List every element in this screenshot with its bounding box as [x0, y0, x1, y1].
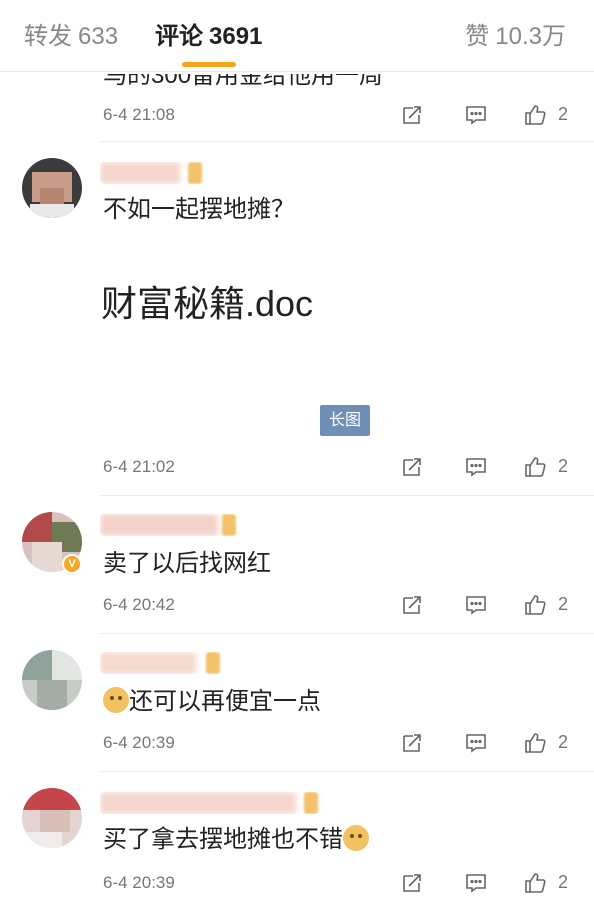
tab-likes-label: 赞	[465, 23, 490, 50]
like-icon[interactable]	[520, 728, 550, 758]
repost-icon[interactable]	[397, 590, 427, 620]
repost-icon[interactable]	[397, 452, 427, 482]
username-blurred[interactable]	[100, 162, 204, 184]
reply-icon[interactable]	[461, 590, 491, 620]
comment-text: 还可以再便宜一点	[129, 688, 321, 715]
comment-time: 6-4 21:08	[103, 105, 175, 124]
reply-icon[interactable]	[461, 452, 491, 482]
username-blurred[interactable]	[100, 652, 228, 674]
tab-comments[interactable]: 评论 3691	[155, 20, 262, 54]
tab-repost[interactable]: 转发 633	[24, 20, 118, 54]
comment-meta: 6-4 21:08 2	[0, 100, 594, 130]
comment-meta: 6-4 20:39 2	[0, 868, 594, 898]
like-count: 2	[558, 872, 569, 892]
partial-comment: 马的300留用金给他用一周 6-4 21:08 2	[0, 72, 594, 142]
reply-icon[interactable]	[461, 100, 491, 130]
avatar[interactable]	[22, 650, 82, 710]
reply-icon[interactable]	[461, 868, 491, 898]
comment-time: 6-4 20:39	[103, 733, 175, 752]
tab-repost-label: 转发	[24, 23, 72, 50]
comment-text-line: 还可以再便宜一点	[103, 686, 321, 718]
avatar[interactable]	[22, 158, 82, 218]
comment-text: 买了拿去摆地摊也不错	[103, 826, 343, 853]
like-icon[interactable]	[520, 452, 550, 482]
doge-emoji-icon	[343, 825, 369, 851]
like-icon[interactable]	[520, 590, 550, 620]
long-image-badge[interactable]: 长图	[320, 405, 370, 436]
tab-likes-count: 10.3万	[495, 23, 566, 50]
comment-item: 还可以再便宜一点 6-4 20:39 2	[0, 634, 594, 772]
comment-meta: 6-4 20:39 2	[0, 728, 594, 758]
tab-likes[interactable]: 赞 10.3万	[465, 20, 566, 54]
comment-item: 不如一起摆地摊？ 财富秘籍.doc 长图 6-4 21:02 2	[0, 142, 594, 496]
repost-icon[interactable]	[397, 868, 427, 898]
comment-time: 6-4 20:42	[103, 595, 175, 614]
attachment-text[interactable]: 财富秘籍.doc	[101, 281, 313, 327]
verified-badge: V	[62, 554, 82, 574]
like-icon[interactable]	[520, 100, 550, 130]
tab-comments-count: 3691	[209, 23, 263, 50]
comment-meta: 6-4 20:42 2	[0, 590, 594, 620]
like-count: 2	[558, 104, 569, 124]
like-icon[interactable]	[520, 868, 550, 898]
avatar[interactable]	[22, 788, 82, 848]
comment-tabs: 转发 633 评论 3691 赞 10.3万	[0, 0, 594, 72]
tab-repost-count: 633	[78, 23, 119, 50]
comment-meta: 6-4 21:02 2	[0, 452, 594, 482]
username-blurred[interactable]	[100, 792, 320, 814]
username-blurred[interactable]	[100, 514, 240, 536]
doge-emoji-icon	[103, 687, 129, 713]
like-count: 2	[558, 594, 569, 614]
comment-time: 6-4 21:02	[103, 457, 175, 476]
reply-icon[interactable]	[461, 728, 491, 758]
comment-item: V 卖了以后找网红 6-4 20:42 2	[0, 496, 594, 634]
active-tab-indicator	[182, 62, 236, 67]
tab-comments-label: 评论	[155, 23, 203, 50]
repost-icon[interactable]	[397, 728, 427, 758]
like-count: 2	[558, 456, 569, 476]
comment-text: 不如一起摆地摊？	[103, 196, 295, 223]
repost-icon[interactable]	[397, 100, 427, 130]
like-count: 2	[558, 732, 569, 752]
comment-time: 6-4 20:39	[103, 873, 175, 892]
comment-item: 买了拿去摆地摊也不错 6-4 20:39 2	[0, 772, 594, 911]
comment-text-line: 买了拿去摆地摊也不错	[103, 824, 369, 856]
comment-text: 卖了以后找网红	[103, 550, 271, 577]
